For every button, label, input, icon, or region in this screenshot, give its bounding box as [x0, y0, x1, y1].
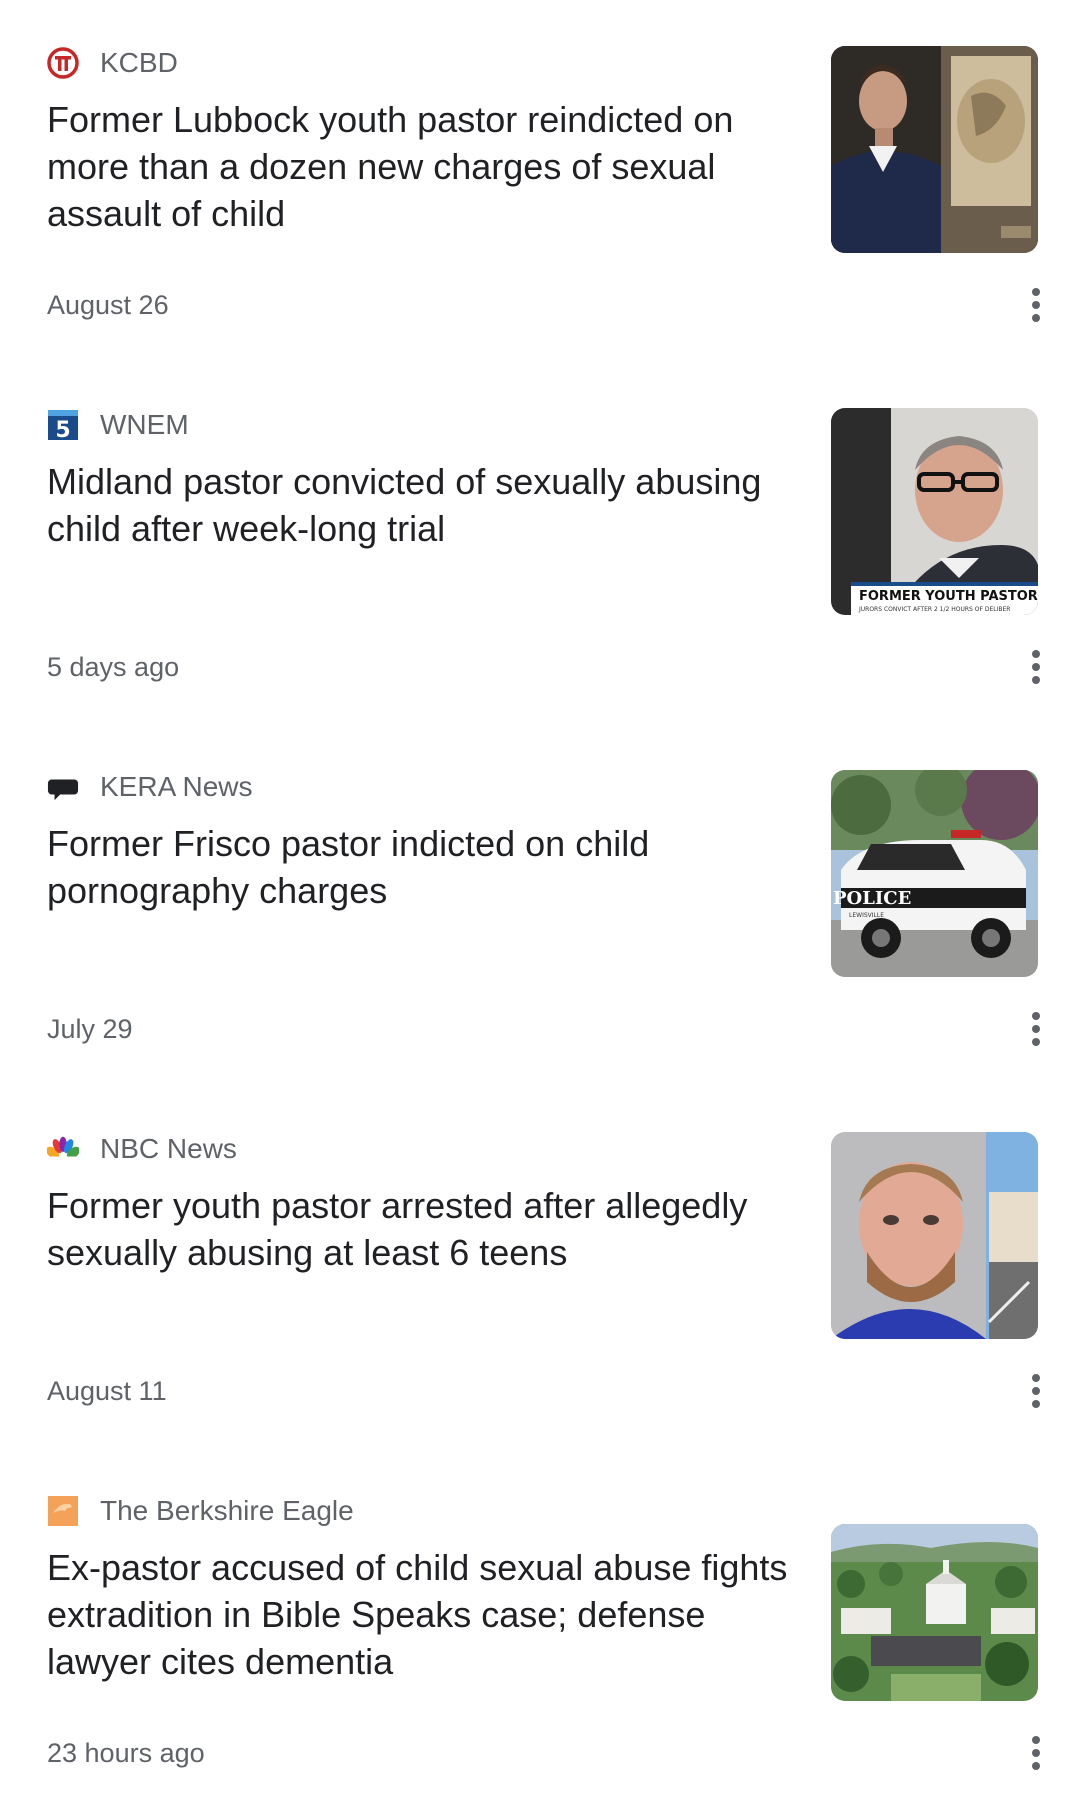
news-card[interactable]: KCBD Former Lubbock youth pastor reindic… [0, 0, 1080, 362]
more-vert-icon [1031, 649, 1041, 690]
news-card[interactable]: NBC News Former youth pastor arrested af… [0, 1086, 1080, 1448]
source-name: WNEM [100, 409, 189, 440]
timestamp: 23 hours ago [47, 1738, 205, 1768]
kera-logo-icon [47, 771, 79, 803]
source-row: KCBD [47, 46, 178, 80]
svg-text:5: 5 [55, 418, 70, 441]
article-thumbnail[interactable] [831, 1132, 1038, 1339]
timestamp: August 11 [47, 1376, 167, 1406]
source-name: KERA News [100, 771, 253, 802]
more-options-button[interactable] [1016, 1371, 1056, 1415]
more-options-button[interactable] [1016, 1009, 1056, 1053]
more-options-button[interactable] [1016, 1733, 1056, 1777]
headline[interactable]: Former youth pastor arrested after alleg… [47, 1182, 807, 1276]
more-vert-icon [1031, 1735, 1041, 1776]
more-options-button[interactable] [1016, 647, 1056, 691]
source-row: 5 WNEM [47, 408, 189, 442]
kcbd-logo-icon [47, 47, 79, 79]
source-row: KERA News [47, 770, 253, 804]
timestamp: August 26 [47, 290, 169, 320]
news-feed: KCBD Former Lubbock youth pastor reindic… [0, 0, 1080, 1801]
source-row: The Berkshire Eagle [47, 1494, 354, 1528]
headline[interactable]: Midland pastor convicted of sexually abu… [47, 458, 807, 552]
headline[interactable]: Ex-pastor accused of child sexual abuse … [47, 1544, 807, 1685]
article-thumbnail[interactable] [831, 1524, 1038, 1701]
more-vert-icon [1031, 1373, 1041, 1414]
headline[interactable]: Former Frisco pastor indicted on child p… [47, 820, 807, 914]
thumb-caption: POLICE [833, 888, 911, 909]
source-name: The Berkshire Eagle [100, 1495, 354, 1526]
source-name: KCBD [100, 47, 178, 78]
headline[interactable]: Former Lubbock youth pastor reindicted o… [47, 96, 807, 237]
timestamp: July 29 [47, 1014, 133, 1044]
nbc-peacock-icon [47, 1133, 79, 1165]
more-vert-icon [1031, 287, 1041, 328]
article-thumbnail[interactable]: POLICE LEWISVILLE [831, 770, 1038, 977]
source-row: NBC News [47, 1132, 237, 1166]
news-card[interactable]: KERA News Former Frisco pastor indicted … [0, 724, 1080, 1086]
news-card[interactable]: The Berkshire Eagle Ex-pastor accused of… [0, 1448, 1080, 1810]
article-thumbnail[interactable]: FORMER YOUTH PASTOR C JURORS CONVICT AFT… [831, 408, 1038, 615]
news-card[interactable]: 5 WNEM Midland pastor convicted of sexua… [0, 362, 1080, 724]
source-name: NBC News [100, 1133, 237, 1164]
thumb-subcaption: LEWISVILLE [849, 912, 884, 919]
thumb-subcaption: JURORS CONVICT AFTER 2 1/2 HOURS OF DELI… [858, 606, 1010, 613]
more-vert-icon [1031, 1011, 1041, 1052]
article-thumbnail[interactable] [831, 46, 1038, 253]
timestamp: 5 days ago [47, 652, 180, 682]
thumb-caption: FORMER YOUTH PASTOR C [859, 589, 1038, 604]
berkshire-eagle-logo-icon [47, 1495, 79, 1527]
wnem-logo-icon: 5 [47, 409, 79, 441]
more-options-button[interactable] [1016, 285, 1056, 329]
